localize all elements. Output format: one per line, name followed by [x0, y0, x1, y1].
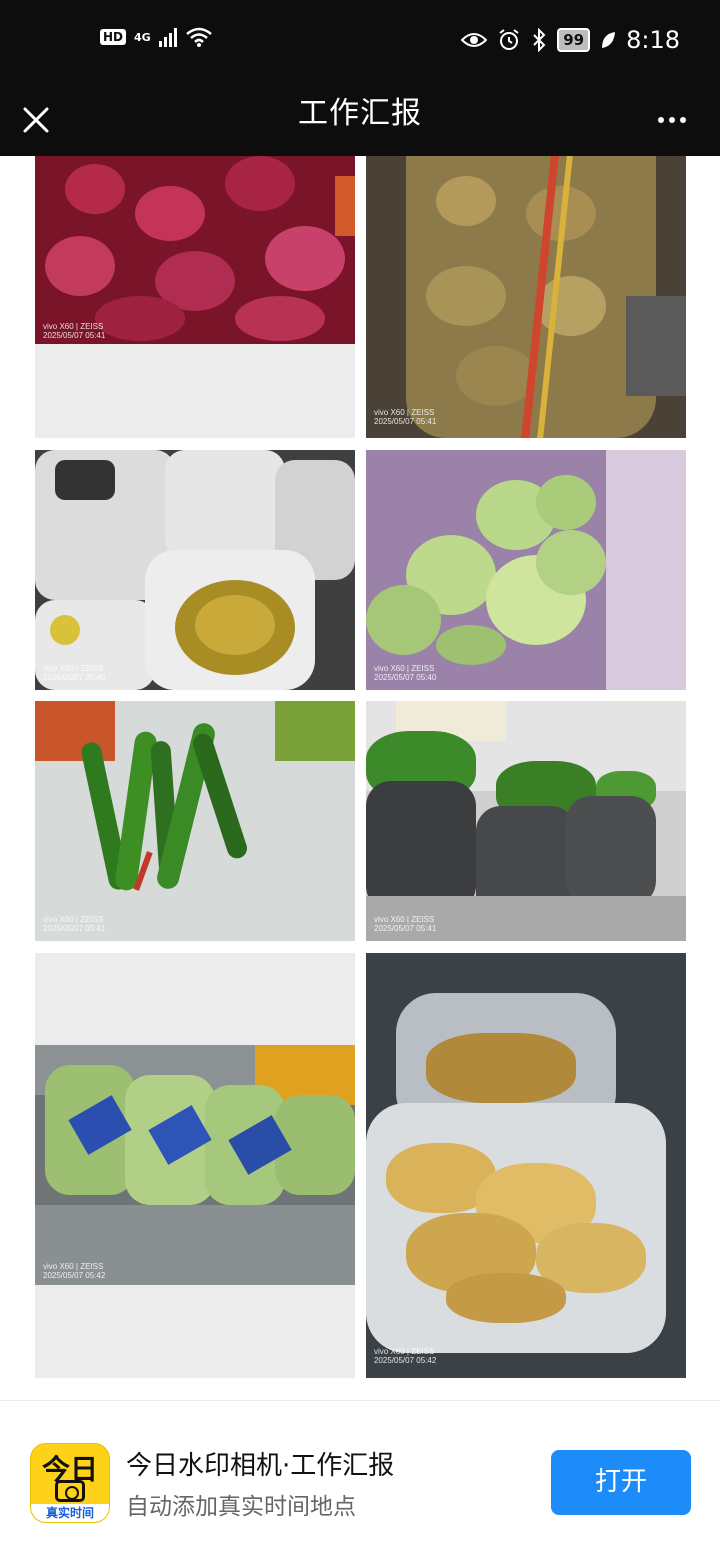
- status-bar: HD 4G 99 8:18: [0, 0, 720, 84]
- app-name: 今日水印相机·工作汇报: [126, 1451, 395, 1481]
- signal-icon: [158, 27, 177, 47]
- status-left: HD 4G: [100, 26, 213, 48]
- photo-potatoes[interactable]: vivo X60 | ZEISS 2025/05/07 05:41: [366, 156, 686, 438]
- wifi-icon: [185, 27, 212, 47]
- photo-bagged-vegetables[interactable]: vivo X60 | ZEISS 2025/05/07 05:42: [35, 953, 355, 1378]
- photo-cabbages[interactable]: vivo X60 | ZEISS 2025/05/07 05:40: [366, 450, 686, 690]
- battery-indicator: 99: [557, 28, 591, 52]
- alarm-icon: [499, 29, 519, 50]
- photo-red-onions[interactable]: vivo X60 | ZEISS 2025/05/07 05:41: [35, 156, 355, 438]
- photo-watermark: vivo X60 | ZEISS: [43, 915, 104, 924]
- app-description: 自动添加真实时间地点: [126, 1494, 356, 1520]
- nav-bar: 工作汇报: [0, 84, 720, 156]
- clock: 8:18: [626, 26, 680, 54]
- photo-watermark: vivo X60 | ZEISS: [374, 915, 435, 924]
- page-title: 工作汇报: [298, 96, 422, 131]
- photo-watermark: vivo X60 | ZEISS: [43, 322, 104, 331]
- photo-leafy-greens[interactable]: vivo X60 | ZEISS 2025/05/07 05:41: [366, 701, 686, 941]
- photo-watermark: vivo X60 | ZEISS: [43, 1262, 104, 1271]
- photo-timestamp: 2025/05/07 05:41: [43, 331, 106, 340]
- photo-timestamp: 2025/05/07 05:42: [374, 1356, 437, 1365]
- network-type: 4G: [134, 30, 151, 44]
- open-app-button[interactable]: 打开: [551, 1450, 691, 1515]
- photo-timestamp: 2025/05/07 05:41: [374, 417, 437, 426]
- more-dot: [658, 117, 664, 123]
- app-promo-banner: 今日 真实时间 今日水印相机·工作汇报 自动添加真实时间地点 打开: [0, 1400, 720, 1561]
- photo-timestamp: 2025/05/07 05:41: [43, 924, 106, 933]
- bluetooth-icon: [533, 28, 546, 52]
- logo-text-bottom: 真实时间: [31, 1504, 109, 1522]
- app-logo: 今日 真实时间: [30, 1443, 110, 1523]
- photo-pickled-vegetables[interactable]: vivo X60 | ZEISS 2025/05/07 05:40: [35, 450, 355, 690]
- eye-icon: [461, 33, 488, 47]
- photo-timestamp: 2025/05/07 05:40: [43, 673, 106, 682]
- photo-watermark: vivo X60 | ZEISS: [374, 1347, 435, 1356]
- photo-timestamp: 2025/05/07 05:40: [374, 673, 437, 682]
- leaf-icon: [602, 32, 616, 48]
- more-dot: [680, 117, 686, 123]
- photo-timestamp: 2025/05/07 05:42: [43, 1271, 106, 1280]
- hd-badge: HD: [100, 29, 127, 45]
- photo-watermark: vivo X60 | ZEISS: [43, 664, 104, 673]
- photo-ginger[interactable]: vivo X60 | ZEISS 2025/05/07 05:42: [366, 953, 686, 1378]
- photo-gallery: vivo X60 | ZEISS 2025/05/07 05:41 vivo X…: [0, 156, 720, 1400]
- camera-icon: [55, 1480, 85, 1502]
- photo-watermark: vivo X60 | ZEISS: [374, 408, 435, 417]
- more-options-button[interactable]: [654, 102, 690, 138]
- status-right: 99 8:18: [461, 26, 680, 54]
- photo-green-peppers[interactable]: vivo X60 | ZEISS 2025/05/07 05:41: [35, 701, 355, 941]
- photo-timestamp: 2025/05/07 05:41: [374, 924, 437, 933]
- more-dot: [669, 117, 675, 123]
- photo-watermark: vivo X60 | ZEISS: [374, 664, 435, 673]
